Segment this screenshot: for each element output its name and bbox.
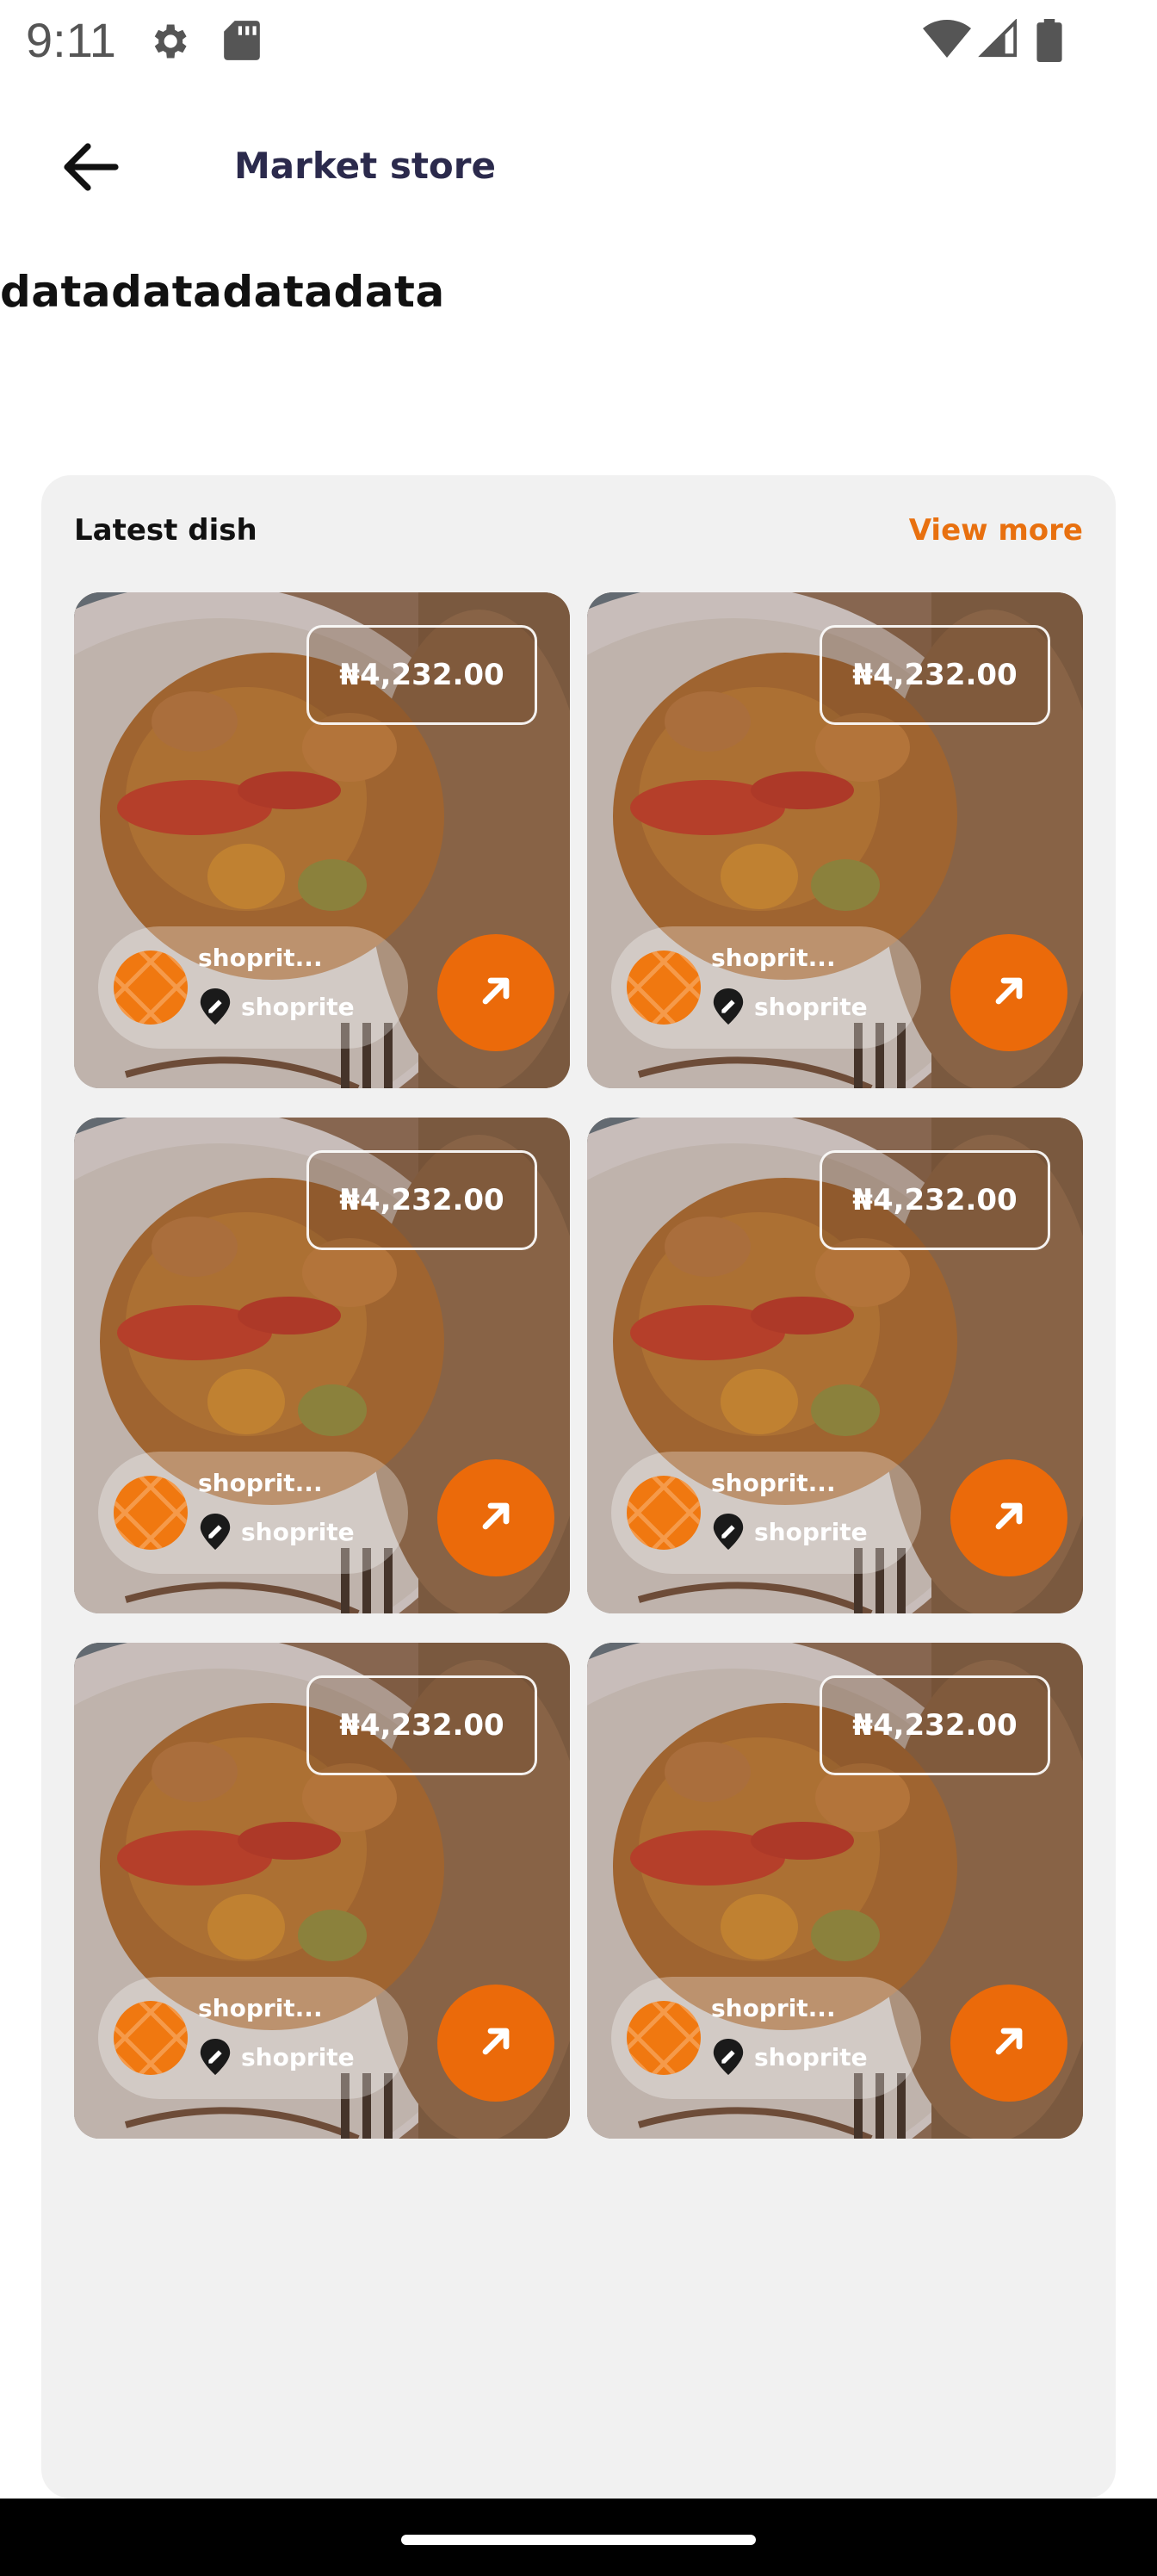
battery-icon [1036,19,1062,66]
arrow-up-right-icon [477,1497,515,1539]
open-dish-button[interactable] [437,1985,554,2102]
back-button[interactable] [52,138,129,200]
dish-card[interactable]: ₦4,232.00 shoprit... shoprite [587,1118,1083,1613]
store-info-pill: shoprit... shoprite [98,1977,408,2099]
location-pin-icon [711,1514,746,1550]
store-location: shoprite [711,2039,868,2075]
store-location: shoprite [711,988,868,1025]
sdcard-icon [222,19,262,66]
gear-icon [146,19,191,68]
price-text: ₦4,232.00 [339,1708,504,1743]
dish-card[interactable]: ₦4,232.00 shoprit... shoprite [74,592,570,1088]
view-more-link[interactable]: View more [909,513,1083,548]
price-text: ₦4,232.00 [852,1183,1018,1217]
open-dish-button[interactable] [437,1459,554,1576]
store-location-text: shoprite [754,992,868,1021]
store-name: shoprit... [711,1469,836,1497]
store-info-pill: shoprit... shoprite [98,926,408,1049]
location-pin-icon [198,1514,232,1550]
dish-grid: ₦4,232.00 shoprit... shoprite ₦4,232.00 … [74,592,1083,2139]
store-name: shoprit... [198,1469,323,1497]
store-location-text: shoprite [754,1517,868,1546]
price-text: ₦4,232.00 [339,658,504,692]
store-location: shoprite [711,1514,868,1550]
store-location-text: shoprite [241,992,355,1021]
open-dish-button[interactable] [950,1985,1067,2102]
arrow-up-right-icon [477,2022,515,2065]
store-info-pill: shoprit... shoprite [98,1452,408,1574]
store-avatar [627,1476,701,1550]
store-avatar [627,951,701,1025]
open-dish-button[interactable] [950,934,1067,1051]
price-tag: ₦4,232.00 [306,1150,537,1250]
store-name: shoprit... [198,944,323,972]
latest-dish-panel: Latest dish View more ₦4,232.00 shoprit.… [41,475,1116,2499]
location-pin-icon [198,2039,232,2075]
headline-text: datadatadatadata [0,267,445,317]
wifi-icon [923,19,971,63]
store-location: shoprite [198,988,355,1025]
price-tag: ₦4,232.00 [306,1675,537,1775]
store-location: shoprite [198,1514,355,1550]
dish-card[interactable]: ₦4,232.00 shoprit... shoprite [74,1643,570,2139]
store-name: shoprit... [198,1994,323,2022]
page-title: Market store [234,145,496,187]
store-location-text: shoprite [241,2042,355,2071]
store-name: shoprit... [711,944,836,972]
store-location-text: shoprite [754,2042,868,2071]
home-handle[interactable] [401,2535,756,2545]
price-text: ₦4,232.00 [339,1183,504,1217]
arrow-up-right-icon [990,1497,1028,1539]
open-dish-button[interactable] [950,1459,1067,1576]
store-info-pill: shoprit... shoprite [611,926,921,1049]
arrow-left-icon [62,142,119,195]
store-location-text: shoprite [241,1517,355,1546]
arrow-up-right-icon [990,972,1028,1014]
store-info-pill: shoprit... shoprite [611,1452,921,1574]
store-info-pill: shoprit... shoprite [611,1977,921,2099]
dish-card[interactable]: ₦4,232.00 shoprit... shoprite [74,1118,570,1613]
price-tag: ₦4,232.00 [820,625,1050,725]
dish-card[interactable]: ₦4,232.00 shoprit... shoprite [587,592,1083,1088]
open-dish-button[interactable] [437,934,554,1051]
location-pin-icon [198,988,232,1025]
arrow-up-right-icon [477,972,515,1014]
section-title: Latest dish [74,513,257,548]
status-time: 9:11 [26,13,116,67]
store-location: shoprite [198,2039,355,2075]
price-tag: ₦4,232.00 [306,625,537,725]
arrow-up-right-icon [990,2022,1028,2065]
price-text: ₦4,232.00 [852,1708,1018,1743]
system-nav-bar [0,2499,1157,2576]
signal-icon [978,18,1019,63]
price-tag: ₦4,232.00 [820,1150,1050,1250]
status-bar: 9:11 [0,0,1157,79]
location-pin-icon [711,988,746,1025]
price-text: ₦4,232.00 [852,658,1018,692]
store-avatar [114,2001,188,2075]
store-avatar [114,1476,188,1550]
store-avatar [627,2001,701,2075]
store-avatar [114,951,188,1025]
price-tag: ₦4,232.00 [820,1675,1050,1775]
location-pin-icon [711,2039,746,2075]
store-name: shoprit... [711,1994,836,2022]
dish-card[interactable]: ₦4,232.00 shoprit... shoprite [587,1643,1083,2139]
